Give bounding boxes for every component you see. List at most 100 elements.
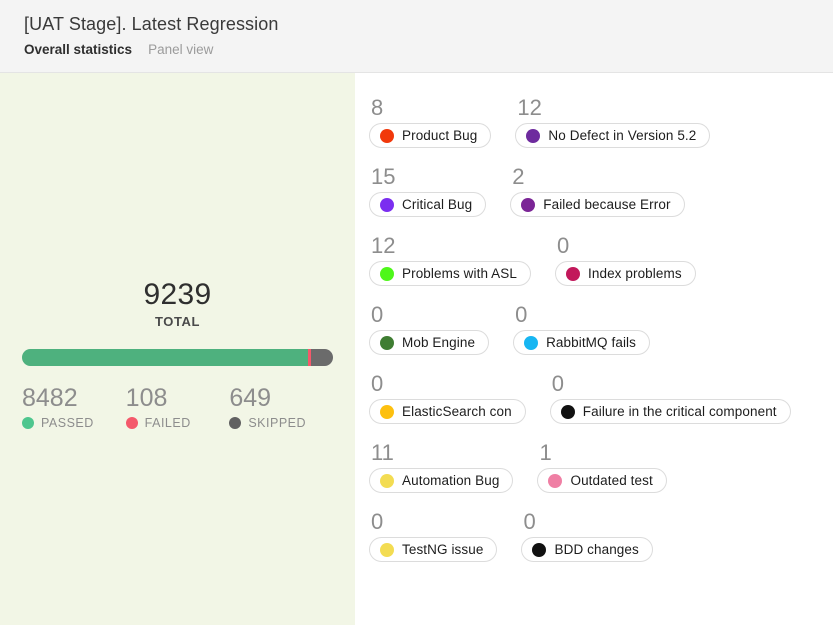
defect-label: RabbitMQ fails [546,335,636,350]
defect-label: BDD changes [554,542,639,557]
defect-pill[interactable]: RabbitMQ fails [513,330,650,355]
defect-item: 11 Automation Bug [369,440,514,493]
defect-color-dot-icon [380,128,394,143]
defect-pill[interactable]: Failure in the critical component [549,399,791,424]
status-stats-row: 8482 PASSED 108 FAILED 649 SKIPPED [22,384,333,430]
defect-count: 0 [557,233,570,258]
tab-panel-view[interactable]: Panel view [148,41,213,59]
stat-skipped[interactable]: 649 SKIPPED [229,384,333,430]
stat-label: SKIPPED [248,416,307,430]
defect-label: Index problems [588,266,682,281]
defect-item: 0 TestNG issue [369,509,498,562]
defect-pill[interactable]: Automation Bug [369,468,514,493]
defect-pill[interactable]: BDD changes [521,537,653,562]
defect-count: 0 [371,371,384,396]
defect-label: Automation Bug [402,473,500,488]
defect-count: 0 [551,371,565,396]
stat-label-row: SKIPPED [229,416,333,430]
total-label: TOTAL [154,314,201,329]
defect-color-dot-icon [526,128,541,143]
defect-item: 15 Critical Bug [369,164,487,217]
defect-label: Failure in the critical component [582,404,777,419]
progress-segment-skipped [311,349,333,366]
defect-count: 0 [515,302,528,327]
defect-color-dot-icon [380,266,394,281]
stat-passed[interactable]: 8482 PASSED [22,384,126,430]
stat-value: 8482 [22,384,78,412]
defect-label: Outdated test [570,473,653,488]
page-header: [UAT Stage]. Latest Regression Overall s… [0,0,833,73]
defect-pill[interactable]: Product Bug [369,123,492,148]
defect-pill[interactable]: Index problems [555,261,696,286]
defect-color-dot-icon [380,473,394,488]
defect-color-dot-icon [380,335,394,350]
defect-pill[interactable]: Mob Engine [369,330,490,355]
defect-count: 11 [371,440,394,465]
defect-label: Product Bug [402,128,478,143]
stat-label: FAILED [144,416,191,430]
defect-color-dot-icon [532,542,547,557]
defects-list: 8 Product Bug 12 No Defect in Version 5.2 15… [369,95,817,578]
defect-count: 2 [512,164,525,189]
header-tabs: Overall statistics Panel view [24,41,833,59]
defect-item: 0 Index problems [555,233,696,286]
defect-label: Problems with ASL [402,266,517,281]
stat-label-row: PASSED [22,416,126,430]
status-progress-bar[interactable] [22,349,333,366]
defect-color-dot-icon [524,335,539,350]
defect-count: 0 [371,509,384,534]
defect-color-dot-icon [548,473,563,488]
stat-label-row: FAILED [125,416,230,430]
defect-color-dot-icon [380,197,394,212]
status-dot-icon [125,417,138,429]
defect-item: 1 Outdated test [537,440,667,493]
page-title: [UAT Stage]. Latest Regression [24,14,279,34]
summary-inner: 9239 TOTAL 8482 PASSED 108 FAILED 649 SKIPPED [0,278,355,430]
defect-pill[interactable]: No Defect in Version 5.2 [515,123,711,148]
defect-color-dot-icon [560,404,575,419]
stat-failed[interactable]: 108 FAILED [125,384,230,430]
defect-item: 12 No Defect in Version 5.2 [515,95,711,148]
defect-label: TestNG issue [402,542,484,557]
defect-item: 0 BDD changes [521,509,653,562]
defect-item: 8 Product Bug [369,95,492,148]
defect-item: 0 RabbitMQ fails [513,302,650,355]
defect-count: 15 [371,164,396,189]
stat-value: 649 [229,384,272,412]
defect-label: Critical Bug [402,197,473,212]
defect-color-dot-icon [566,266,580,281]
defect-pill[interactable]: Outdated test [537,468,667,493]
status-dot-icon [22,417,34,429]
defect-pill[interactable]: Critical Bug [369,192,487,217]
defect-count: 1 [539,440,552,465]
defect-item: 0 Mob Engine [369,302,490,355]
defect-count: 0 [371,302,384,327]
defect-color-dot-icon [380,542,394,557]
progress-segment-passed [22,349,308,366]
defect-color-dot-icon [521,197,536,212]
defect-item: 0 ElasticSearch con [369,371,526,424]
defect-count: 8 [371,95,384,120]
defect-item: 12 Problems with ASL [369,233,531,286]
defects-panel: 8 Product Bug 12 No Defect in Version 5.2 15… [355,73,833,625]
tab-overall-statistics[interactable]: Overall statistics [24,41,132,59]
defect-label: ElasticSearch con [402,404,512,419]
defect-color-dot-icon [380,404,394,419]
status-dot-icon [229,417,242,429]
stat-value: 108 [125,384,168,412]
defect-pill[interactable]: ElasticSearch con [369,399,526,424]
summary-panel: 9239 TOTAL 8482 PASSED 108 FAILED 649 SKIPPED [0,73,355,625]
total-count: 9239 [143,278,212,311]
defect-label: Mob Engine [402,335,476,350]
defect-label: No Defect in Version 5.2 [548,128,697,143]
defect-pill[interactable]: TestNG issue [369,537,498,562]
defect-label: Failed because Error [543,197,671,212]
defect-item: 2 Failed because Error [510,164,685,217]
defect-pill[interactable]: Failed because Error [510,192,685,217]
defect-item: 0 Failure in the critical component [549,371,791,424]
defect-count: 12 [517,95,542,120]
defect-count: 12 [371,233,396,258]
dashboard-content: 9239 TOTAL 8482 PASSED 108 FAILED 649 SKIPPED… [0,73,833,625]
defect-count: 0 [523,509,536,534]
defect-pill[interactable]: Problems with ASL [369,261,531,286]
